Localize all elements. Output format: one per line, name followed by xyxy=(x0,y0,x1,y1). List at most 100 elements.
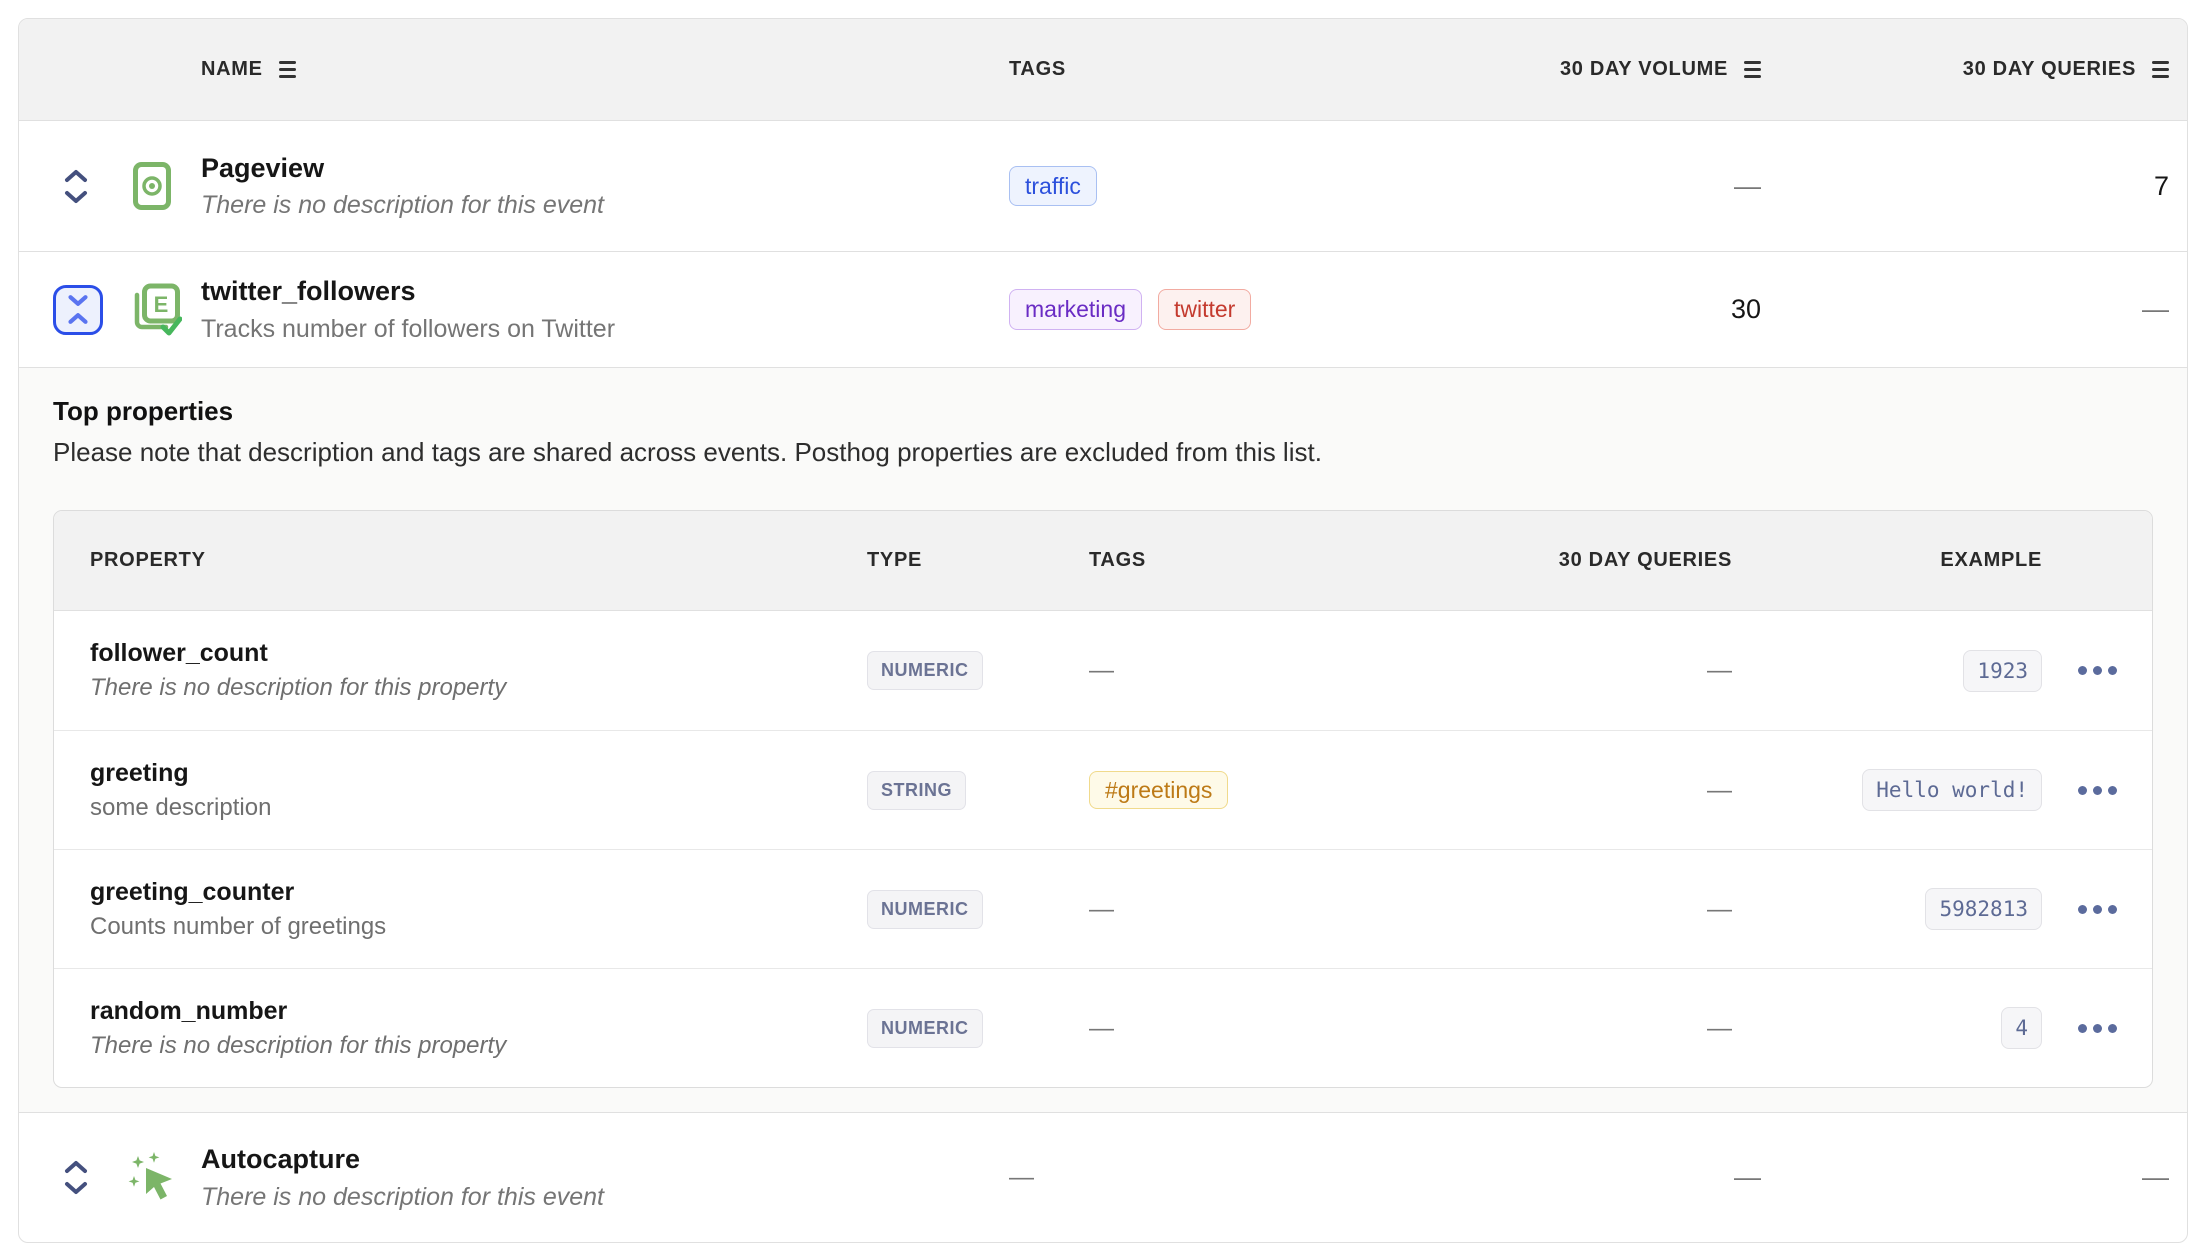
property-row-greeting[interactable]: greeting some description STRING #greeti… xyxy=(54,730,2152,849)
panel-note: Please note that description and tags ar… xyxy=(53,437,2153,468)
type-badge: NUMERIC xyxy=(867,890,983,929)
property-tags-cell: #greetings xyxy=(1089,776,1509,805)
column-header-prop-queries: 30 DAY QUERIES xyxy=(1509,549,1732,572)
property-name-cell[interactable]: random_number There is no description fo… xyxy=(90,997,867,1060)
property-name[interactable]: greeting_counter xyxy=(90,878,867,907)
panel-title: Top properties xyxy=(53,396,2153,427)
event-row-twitter-followers[interactable]: E twitter_followers Tracks number of fol… xyxy=(19,251,2187,367)
more-options-icon[interactable] xyxy=(2070,778,2125,803)
properties-table-header: PROPERTY TYPE TAGS 30 DAY QUERIES EXAMPL… xyxy=(54,511,2152,611)
twitter-followers-name-cell[interactable]: twitter_followers Tracks number of follo… xyxy=(201,275,1009,344)
sort-menu-icon[interactable] xyxy=(279,61,296,78)
sort-menu-icon[interactable] xyxy=(2152,61,2169,78)
property-tags-cell: — xyxy=(1089,1014,1509,1043)
properties-table: PROPERTY TYPE TAGS 30 DAY QUERIES EXAMPL… xyxy=(53,510,2153,1088)
chevron-up-icon xyxy=(61,1158,91,1176)
property-type-cell: NUMERIC xyxy=(867,1009,1089,1048)
more-options-icon[interactable] xyxy=(2070,1016,2125,1041)
column-header-volume-label: 30 DAY VOLUME xyxy=(1560,58,1728,81)
property-queries-cell: — xyxy=(1509,776,1732,805)
column-header-property: PROPERTY xyxy=(90,549,867,572)
expand-row-button[interactable] xyxy=(53,156,99,216)
property-type-cell: NUMERIC xyxy=(867,651,1089,690)
autocapture-name-cell[interactable]: Autocapture There is no description for … xyxy=(201,1143,1009,1212)
pageview-tags-cell: traffic xyxy=(1009,166,1429,207)
pageview-queries: 7 xyxy=(1761,171,2169,202)
column-header-prop-tags-label: TAGS xyxy=(1089,549,1146,572)
twitter-followers-queries: — xyxy=(1761,294,2169,325)
twitter-followers-icons-cell: E xyxy=(19,283,201,337)
property-name[interactable]: random_number xyxy=(90,997,867,1026)
property-name-cell[interactable]: greeting_counter Counts number of greeti… xyxy=(90,878,867,941)
autocapture-icons-cell xyxy=(19,1148,201,1208)
property-example-cell: Hello world! xyxy=(1732,769,2042,811)
type-badge: NUMERIC xyxy=(867,1009,983,1048)
pageview-name-cell[interactable]: Pageview There is no description for thi… xyxy=(201,152,1009,221)
more-options-icon[interactable] xyxy=(2070,658,2125,683)
property-description: There is no description for this propert… xyxy=(90,674,867,702)
autocapture-tags-cell: — xyxy=(1009,1163,1429,1192)
column-header-tags: TAGS xyxy=(1009,58,1429,81)
property-tags-cell: — xyxy=(1089,656,1509,685)
tag-twitter: twitter xyxy=(1158,289,1251,330)
property-tags-cell: — xyxy=(1089,895,1509,924)
property-queries-cell: — xyxy=(1509,656,1732,685)
chevron-up-icon xyxy=(64,311,92,326)
event-description: There is no description for this event xyxy=(201,190,1009,220)
expand-row-button[interactable] xyxy=(53,1148,99,1208)
property-name[interactable]: greeting xyxy=(90,759,867,788)
chevron-down-icon xyxy=(61,1179,91,1197)
property-menu-cell xyxy=(2042,897,2152,922)
event-row-pageview[interactable]: Pageview There is no description for thi… xyxy=(19,121,2187,251)
svg-text:E: E xyxy=(154,292,169,317)
column-header-prop-tags: TAGS xyxy=(1089,549,1509,572)
top-properties-panel: Top properties Please note that descript… xyxy=(19,367,2187,1112)
tag-traffic: traffic xyxy=(1009,166,1097,207)
events-table-header: NAME TAGS 30 DAY VOLUME 30 DAY QUERIES xyxy=(19,19,2187,121)
sort-menu-icon[interactable] xyxy=(1744,61,1761,78)
example-value: 1923 xyxy=(1963,650,2042,692)
event-row-autocapture[interactable]: Autocapture There is no description for … xyxy=(19,1112,2187,1242)
property-menu-cell xyxy=(2042,1016,2152,1041)
column-header-prop-queries-label: 30 DAY QUERIES xyxy=(1559,549,1732,572)
property-type-cell: STRING xyxy=(867,771,1089,810)
event-definition-verified-icon: E xyxy=(127,283,185,337)
example-value: 4 xyxy=(2001,1007,2042,1049)
column-header-example-label: EXAMPLE xyxy=(1940,549,2042,572)
column-header-queries-label: 30 DAY QUERIES xyxy=(1963,58,2136,81)
tag-greetings: #greetings xyxy=(1089,771,1228,809)
property-description: some description xyxy=(90,794,867,822)
property-row-random-number[interactable]: random_number There is no description fo… xyxy=(54,968,2152,1087)
chevron-down-icon xyxy=(61,188,91,206)
column-header-name[interactable]: NAME xyxy=(201,58,1009,81)
event-name[interactable]: Pageview xyxy=(201,152,1009,186)
autocapture-queries: — xyxy=(1761,1162,2169,1193)
property-menu-cell xyxy=(2042,778,2152,803)
column-header-tags-label: TAGS xyxy=(1009,58,1066,81)
event-description: Tracks number of followers on Twitter xyxy=(201,314,1009,344)
event-name[interactable]: twitter_followers xyxy=(201,275,1009,309)
property-queries-cell: — xyxy=(1509,895,1732,924)
property-type-cell: NUMERIC xyxy=(867,890,1089,929)
property-name[interactable]: follower_count xyxy=(90,639,867,668)
property-row-greeting-counter[interactable]: greeting_counter Counts number of greeti… xyxy=(54,849,2152,968)
column-header-queries[interactable]: 30 DAY QUERIES xyxy=(1761,58,2169,81)
property-description: Counts number of greetings xyxy=(90,913,867,941)
column-header-name-label: NAME xyxy=(201,58,263,81)
pageview-icons-cell xyxy=(19,156,201,216)
more-options-icon[interactable] xyxy=(2070,897,2125,922)
collapse-row-button[interactable] xyxy=(53,285,103,335)
property-row-follower-count[interactable]: follower_count There is no description f… xyxy=(54,611,2152,730)
column-header-example: EXAMPLE xyxy=(1732,549,2042,572)
column-header-property-label: PROPERTY xyxy=(90,549,206,572)
tag-marketing: marketing xyxy=(1009,289,1142,330)
property-name-cell[interactable]: greeting some description xyxy=(90,759,867,822)
column-header-volume[interactable]: 30 DAY VOLUME xyxy=(1429,58,1761,81)
event-name[interactable]: Autocapture xyxy=(201,1143,1009,1177)
tags-empty-dash: — xyxy=(1009,1163,1034,1192)
property-queries-cell: — xyxy=(1509,1014,1732,1043)
event-description: There is no description for this event xyxy=(201,1182,1009,1212)
twitter-followers-volume: 30 xyxy=(1429,294,1761,325)
pageview-event-icon xyxy=(123,162,181,210)
property-name-cell[interactable]: follower_count There is no description f… xyxy=(90,639,867,702)
